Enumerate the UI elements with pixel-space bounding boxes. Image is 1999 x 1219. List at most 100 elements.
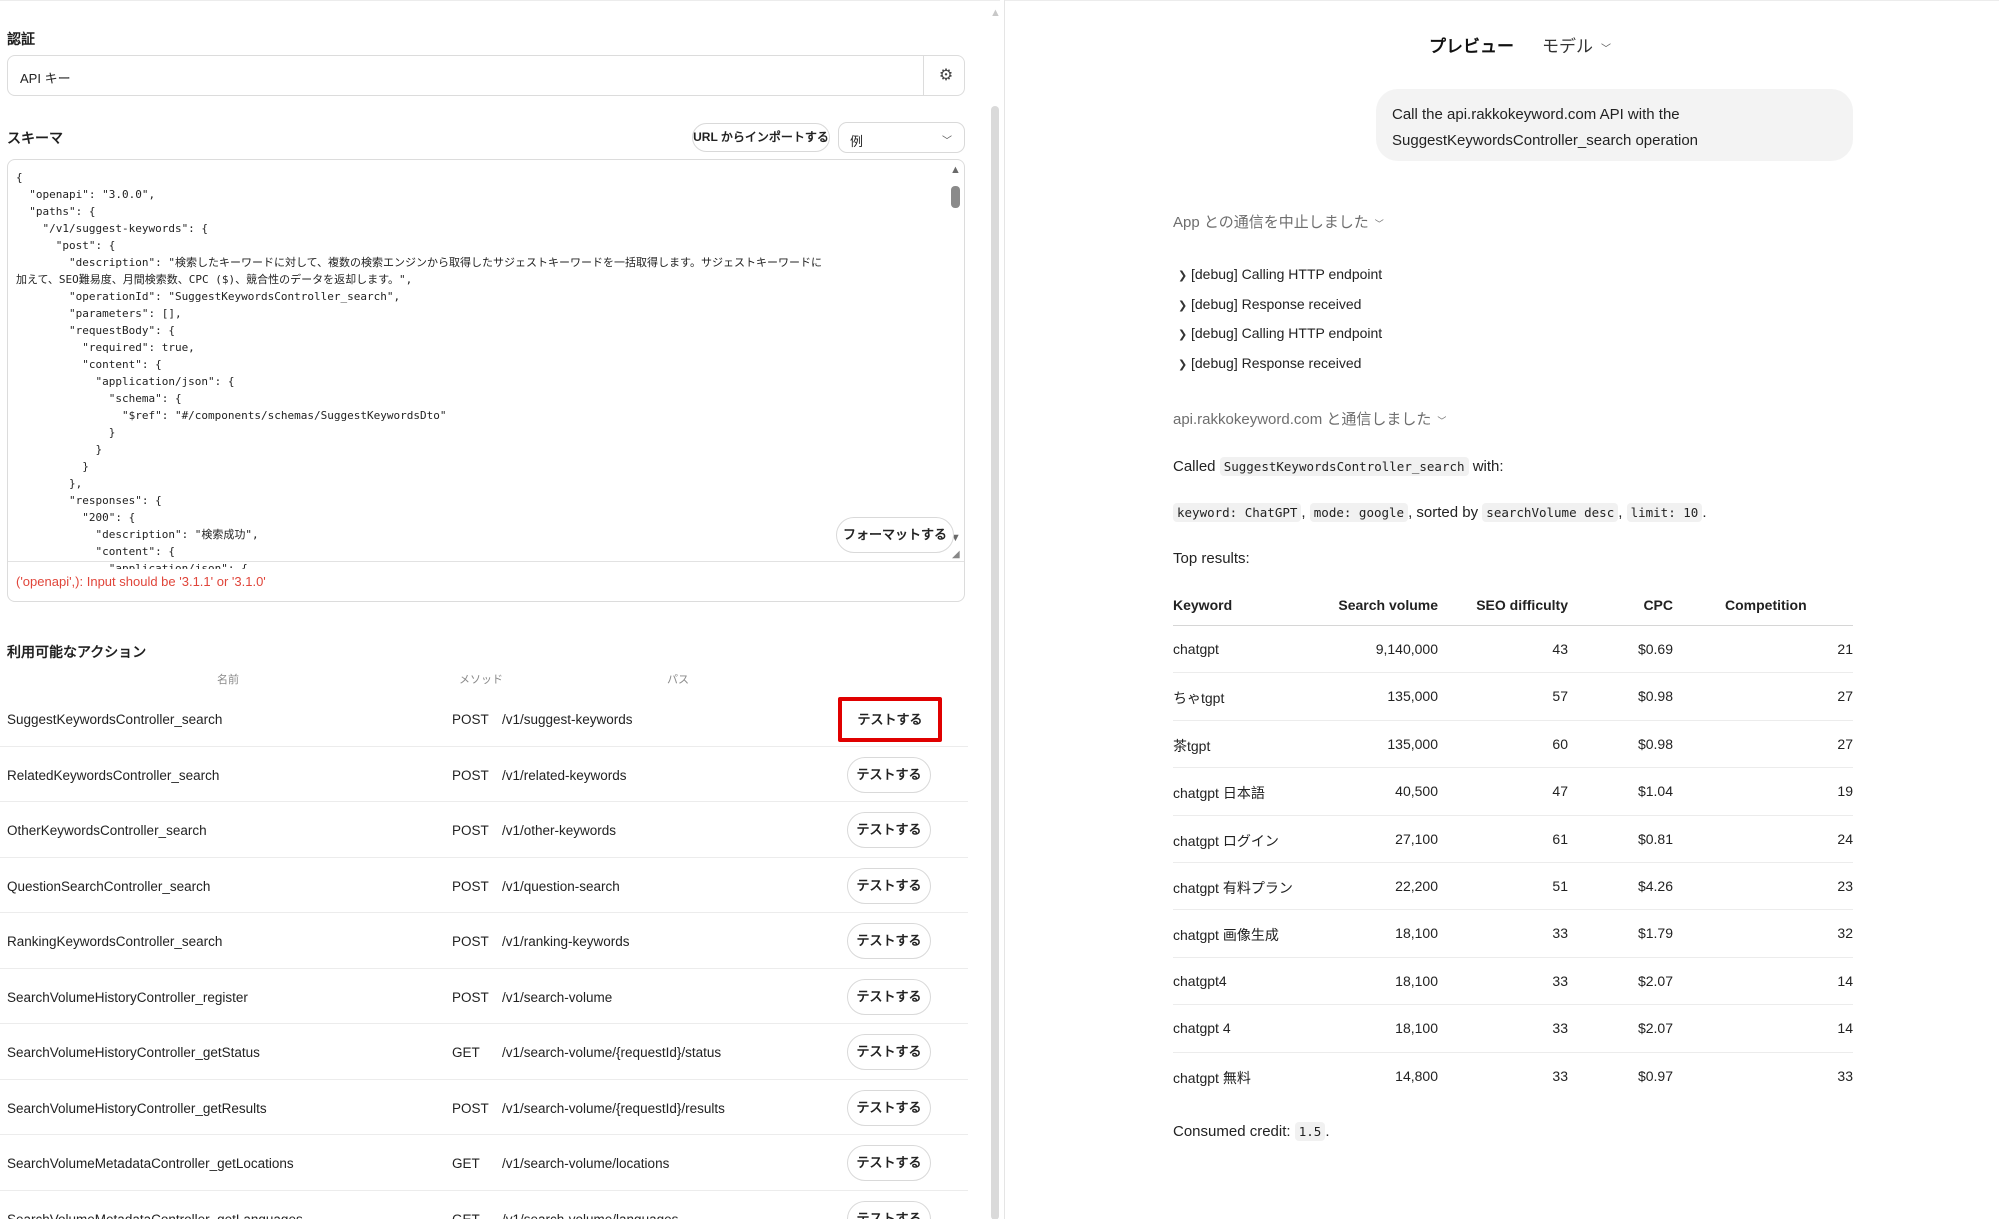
action-method: POST [452,767,489,783]
status-talked-text: api.rakkokeyword.com と通信しました [1173,411,1432,428]
status-stopped[interactable]: App との通信を中止しました ﹀ [1173,211,1384,232]
cell-seo-difficulty: 33 [1552,1067,1568,1084]
test-action-button[interactable]: テストする [847,1200,931,1219]
cell-seo-difficulty: 33 [1552,1020,1568,1037]
table-row: chatgpt 有料プラン 22,200 51 $4.26 23 [1173,863,1853,911]
action-path: /v1/suggest-keywords [502,712,633,727]
scroll-up-icon[interactable]: ▲ [950,164,961,176]
cell-keyword: chatgpt 4 [1173,1020,1231,1037]
action-row: SearchVolumeMetadataController_getLangua… [0,1191,968,1219]
cell-keyword: chatgpt 日本語 [1173,785,1265,802]
cell-competition: 27 [1837,735,1853,752]
cell-seo-difficulty: 33 [1552,972,1568,989]
cell-seo-difficulty: 33 [1552,925,1568,942]
test-action-button[interactable]: テストする [847,867,931,904]
cell-search-volume: 22,200 [1395,877,1438,894]
debug-item[interactable]: ❯ [debug] Calling HTTP endpoint [1178,325,1382,341]
gear-icon[interactable]: ⚙ [936,66,956,86]
debug-item[interactable]: ❯ [debug] Response received [1178,296,1361,312]
response-called-suffix: with: [1472,458,1504,475]
chevron-right-icon: ❯ [1178,270,1188,282]
table-row: chatgpt 画像生成 18,100 33 $1.79 32 [1173,910,1853,958]
cell-search-volume: 40,500 [1395,783,1438,800]
cell-cpc: $2.07 [1637,1020,1673,1037]
user-message-bubble: Call the api.rakkokeyword.com API with t… [1376,89,1853,161]
table-row: chatgpt ログイン 27,100 61 $0.81 24 [1173,816,1853,863]
results-table: Keyword Search volume SEO difficulty CPC… [1173,592,1853,1100]
action-row: RelatedKeywordsController_search POST/v1/… [0,747,968,802]
action-path: /v1/question-search [502,878,620,894]
example-select-value: 例 [850,134,864,149]
col-search-volume-header: Search volume [1338,597,1438,613]
action-row: SuggestKeywordsController_search POST/v1/… [0,691,968,747]
col-name-header: 名前 [217,674,239,686]
consumed-credit-line: Consumed credit: 1.5. [1173,1122,1330,1141]
test-action-button[interactable]: テストする [847,812,931,848]
param-limit-code: limit: 10 [1626,503,1703,522]
import-from-url-button[interactable]: URL からインポートする [692,123,830,152]
debug-item[interactable]: ❯ [debug] Calling HTTP endpoint [1178,266,1382,282]
debug-item[interactable]: ❯ [debug] Response received [1178,355,1361,371]
table-row: chatgpt 無料 14,800 33 $0.97 33 [1173,1053,1853,1100]
col-path-header: パス [667,674,689,686]
consumed-credit-end: . [1325,1123,1330,1140]
cell-competition: 14 [1837,1020,1853,1037]
param-keyword-code: keyword: ChatGPT [1173,503,1302,522]
cell-competition: 21 [1837,641,1853,657]
param-mode-code: mode: google [1309,503,1409,522]
left-pane-scrollbar[interactable]: ▲ [988,1,1000,1219]
action-name: QuestionSearchController_search [7,878,211,894]
cell-competition: 33 [1837,1067,1853,1084]
auth-divider [923,56,924,95]
cell-cpc: $0.81 [1637,830,1673,847]
col-cpc-header: CPC [1643,597,1673,613]
tab-preview[interactable]: プレビュー [1429,32,1514,57]
action-path: /v1/other-keywords [502,823,617,838]
col-seo-difficulty-header: SEO difficulty [1476,597,1568,613]
cell-search-volume: 18,100 [1395,1020,1438,1037]
test-action-button[interactable]: テストする [847,1034,931,1070]
test-action-button[interactable]: テストする [847,1145,931,1181]
scroll-thumb[interactable] [991,106,999,1219]
resize-handle-icon[interactable]: ◢ [952,549,960,560]
cell-keyword: chatgpt4 [1173,972,1227,989]
test-action-button[interactable]: テストする [847,978,931,1015]
schema-code[interactable]: { "openapi": "3.0.0", "paths": { "/v1/su… [16,169,936,569]
debug-item-label: [debug] Response received [1191,355,1362,371]
auth-field[interactable]: API キー ⚙ [7,55,965,96]
format-button[interactable]: フォーマットする [836,517,954,553]
test-action-button[interactable]: テストする [847,756,931,793]
results-rows: chatgpt 9,140,000 43 $0.69 21 ちゃtgpt 135,000 57… [1173,626,1853,1100]
debug-item-label: [debug] Calling HTTP endpoint [1191,266,1383,282]
schema-scrollbar[interactable]: ▲ ▼ [948,164,962,564]
consumed-credit-label: Consumed credit: [1173,1123,1291,1140]
cell-seo-difficulty: 43 [1552,641,1568,657]
scroll-thumb[interactable] [951,186,960,208]
table-row: chatgpt 日本語 40,500 47 $1.04 19 [1173,768,1853,816]
consumed-credit-value: 1.5 [1294,1122,1326,1141]
cell-cpc: $0.98 [1637,688,1673,705]
model-dropdown[interactable]: モデル ﹀ [1542,32,1611,57]
scroll-up-icon[interactable]: ▲ [990,7,1000,19]
schema-editor[interactable]: { "openapi": "3.0.0", "paths": { "/v1/su… [7,159,965,602]
cell-cpc: $0.98 [1637,735,1673,752]
cell-cpc: $2.07 [1637,972,1673,989]
test-action-button[interactable]: テストする [838,697,942,742]
test-action-button[interactable]: テストする [847,1089,931,1126]
action-method: POST [452,989,489,1005]
cell-competition: 14 [1837,972,1853,989]
action-row: SearchVolumeHistoryController_getStatus G… [0,1024,968,1080]
cell-competition: 19 [1837,783,1853,800]
response-params-line: keyword: ChatGPT, mode: google, sorted b… [1173,503,1706,522]
test-action-button[interactable]: テストする [847,923,931,959]
cell-search-volume: 9,140,000 [1375,641,1438,657]
example-select[interactable]: 例 ﹀ [838,122,965,153]
action-method: POST [452,878,489,894]
status-talked[interactable]: api.rakkokeyword.com と通信しました ﹀ [1173,408,1446,429]
col-method-header: メソッド [459,674,503,686]
cell-cpc: $1.79 [1637,925,1673,942]
cell-keyword: chatgpt 画像生成 [1173,927,1279,944]
auth-label: 認証 [7,31,35,47]
cell-cpc: $0.69 [1637,641,1673,657]
cell-keyword: chatgpt 有料プラン [1173,879,1293,896]
